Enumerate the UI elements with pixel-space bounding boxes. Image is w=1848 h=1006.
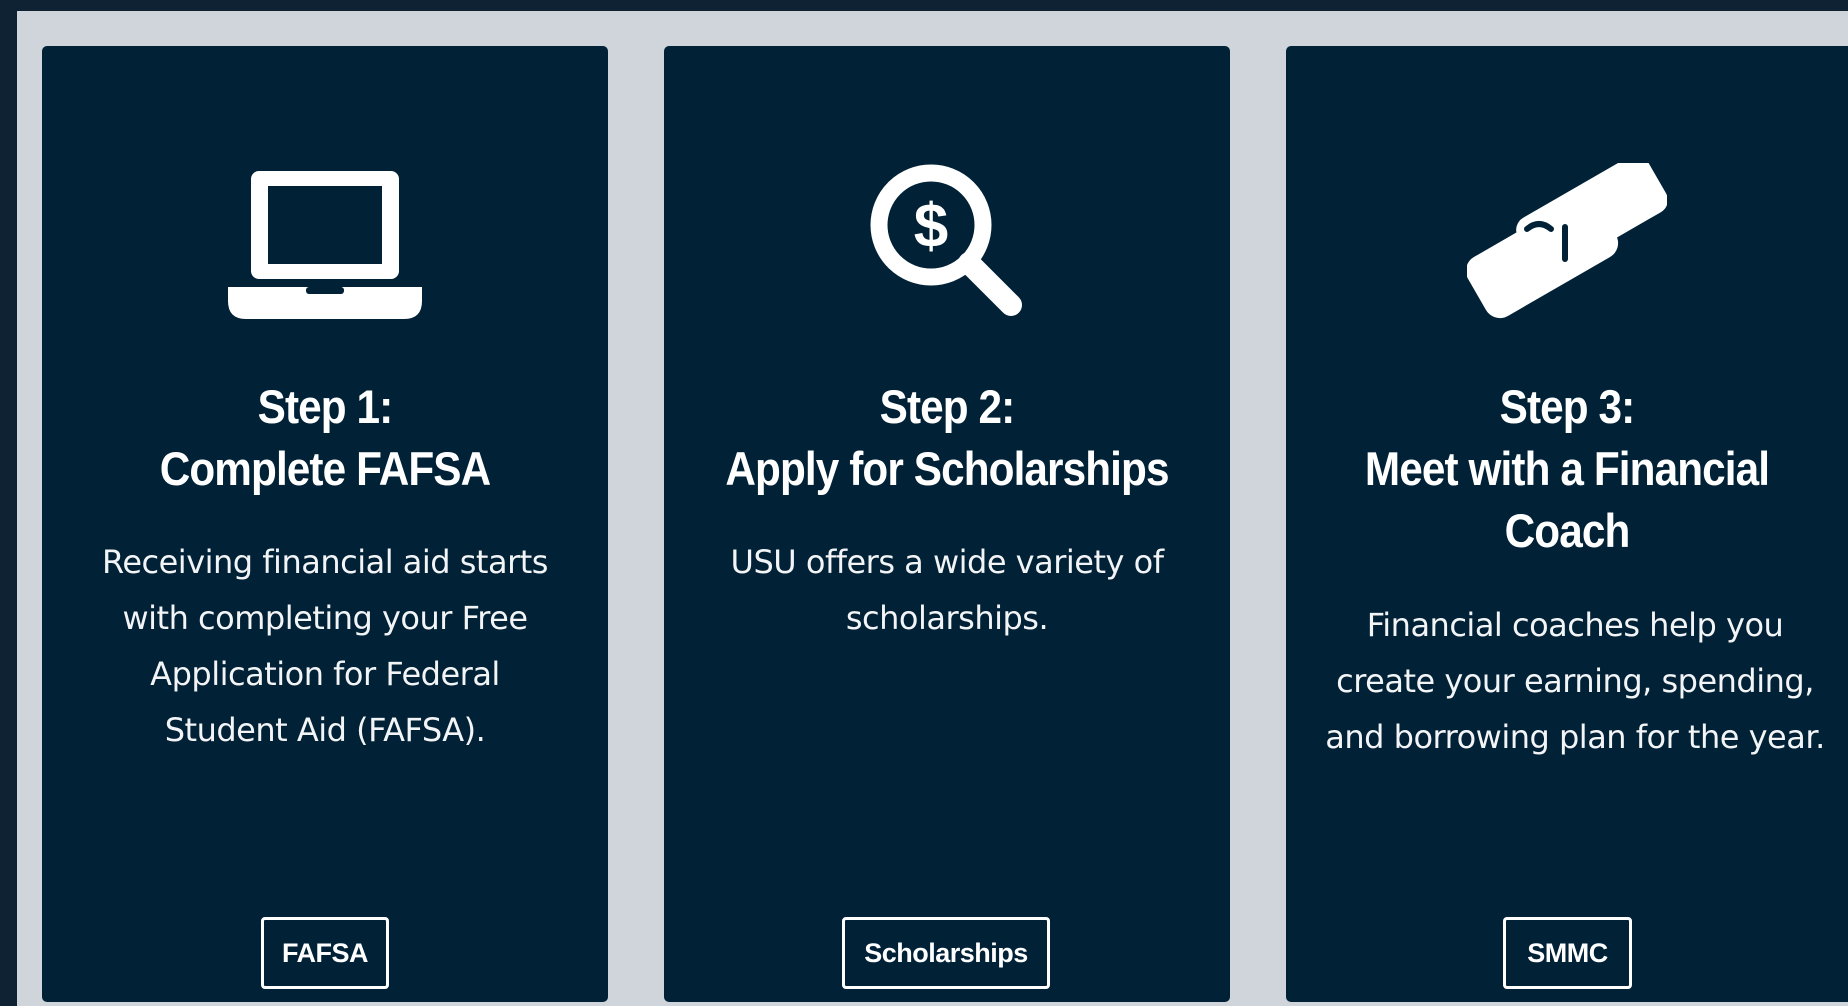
- card-description: Receiving financial aid starts with comp…: [102, 543, 548, 749]
- steps-panel: Step 1: Complete FAFSA Receiving financi…: [17, 11, 1848, 1006]
- step-title-line2: Coach: [1504, 504, 1631, 557]
- step-card-scholarships: $ Step 2: Apply for Scholarships USU off…: [664, 46, 1230, 1002]
- step-title: Meet with a Financial: [1364, 442, 1770, 495]
- card-title: Step 2: Apply for Scholarships: [701, 376, 1192, 500]
- scholarships-button[interactable]: Scholarships: [842, 917, 1050, 989]
- smmc-button[interactable]: SMMC: [1503, 917, 1632, 989]
- svg-text:$: $: [914, 192, 948, 261]
- laptop-icon: [42, 156, 608, 326]
- step-label: Step 1:: [257, 380, 394, 433]
- handshake-icon: [1286, 156, 1848, 326]
- step-card-fafsa: Step 1: Complete FAFSA Receiving financi…: [42, 46, 608, 1002]
- step-card-financial-coach: Step 3: Meet with a Financial Coach Fina…: [1286, 46, 1848, 1002]
- step-label: Step 2:: [879, 380, 1016, 433]
- card-title: Step 1: Complete FAFSA: [79, 376, 570, 500]
- magnifier-dollar-icon: $: [664, 156, 1230, 326]
- card-description: USU offers a wide variety of scholarship…: [730, 543, 1164, 637]
- step-label: Step 3:: [1499, 380, 1636, 433]
- step-title: Complete FAFSA: [159, 442, 491, 495]
- step-title: Apply for Scholarships: [725, 442, 1169, 495]
- fafsa-button[interactable]: FAFSA: [261, 917, 389, 989]
- card-description: Financial coaches help you create your e…: [1325, 606, 1825, 756]
- card-title: Step 3: Meet with a Financial Coach: [1323, 376, 1811, 562]
